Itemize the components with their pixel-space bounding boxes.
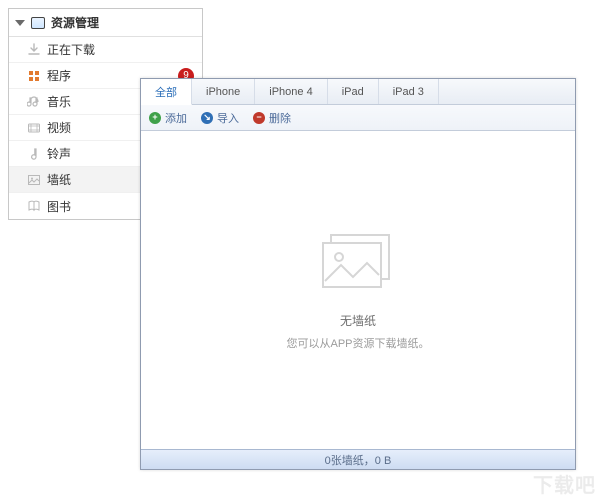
tab-bar: 全部 iPhone iPhone 4 iPad iPad 3 [141, 79, 575, 105]
button-label: 删除 [269, 110, 291, 126]
main-panel: 全部 iPhone iPhone 4 iPad iPad 3 + 添加 ↘ 导入… [140, 78, 576, 470]
toolbar: + 添加 ↘ 导入 − 删除 [141, 105, 575, 131]
tab-all[interactable]: 全部 [141, 79, 192, 105]
app-icon [27, 69, 41, 83]
book-icon [27, 199, 41, 213]
ringtone-icon [27, 147, 41, 161]
sidebar-header[interactable]: 资源管理 [9, 9, 202, 37]
add-button[interactable]: + 添加 [149, 110, 187, 126]
plus-icon: + [149, 112, 161, 124]
status-bar: 0张墙纸，0 B [141, 449, 575, 469]
tab-label: iPhone [206, 86, 240, 98]
sidebar-item-label: 正在下载 [47, 41, 194, 58]
delete-icon: − [253, 112, 265, 124]
chevron-down-icon [15, 20, 25, 26]
tab-ipad[interactable]: iPad [328, 79, 379, 104]
content-area: 无墙纸 您可以从APP资源下载墙纸。 [141, 131, 575, 449]
tab-label: iPhone 4 [269, 86, 312, 98]
sidebar-item-downloading[interactable]: 正在下载 [9, 37, 202, 63]
sidebar-title: 资源管理 [51, 14, 99, 31]
empty-image-icon [313, 229, 403, 302]
tab-label: iPad [342, 86, 364, 98]
empty-subtitle: 您可以从APP资源下载墙纸。 [286, 335, 429, 351]
watermark: 下载吧 [533, 469, 596, 498]
tab-iphone4[interactable]: iPhone 4 [255, 79, 327, 104]
import-icon: ↘ [201, 112, 213, 124]
monitor-icon [31, 17, 45, 29]
delete-button[interactable]: − 删除 [253, 110, 291, 126]
tab-label: iPad 3 [393, 86, 424, 98]
empty-title: 无墙纸 [340, 312, 376, 329]
tab-iphone[interactable]: iPhone [192, 79, 255, 104]
button-label: 导入 [217, 110, 239, 126]
download-icon [27, 43, 41, 57]
import-button[interactable]: ↘ 导入 [201, 110, 239, 126]
tab-ipad3[interactable]: iPad 3 [379, 79, 439, 104]
button-label: 添加 [165, 110, 187, 126]
status-text: 0张墙纸，0 B [325, 452, 392, 468]
video-icon [27, 121, 41, 135]
wallpaper-icon [27, 173, 41, 187]
music-icon [27, 95, 41, 109]
tab-label: 全部 [155, 84, 177, 100]
